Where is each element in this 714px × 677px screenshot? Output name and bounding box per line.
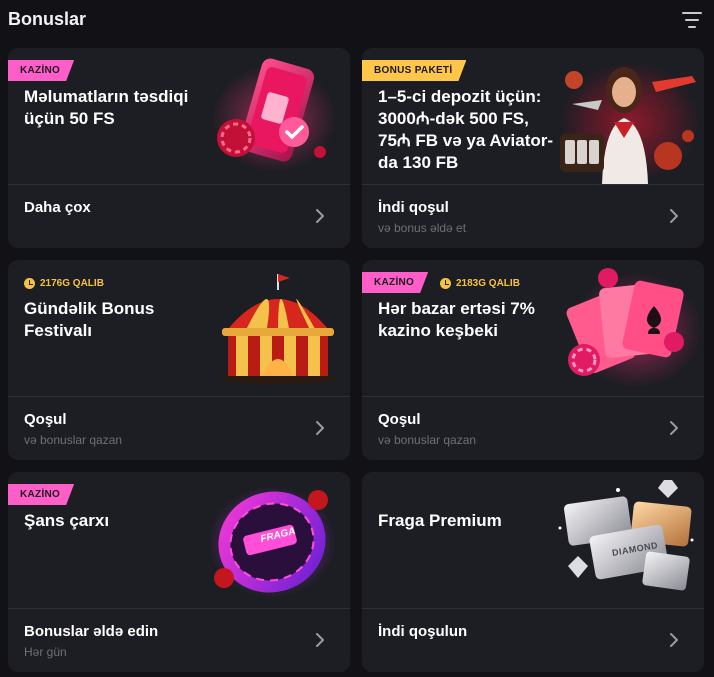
card-action-label[interactable]: Daha çox — [24, 199, 91, 216]
category-badge: KAZİNO — [8, 60, 74, 81]
card-action-row[interactable]: Daha çox — [8, 185, 350, 248]
card-action-row[interactable]: İndi qoşulun — [362, 609, 704, 672]
card-action-sub: Hər gün — [24, 645, 67, 659]
card-action-sub: və bonus əldə et — [378, 221, 467, 235]
bonus-card-fortune-wheel[interactable]: KAZİNO Şans çarxı FRAGA Bonuslar əldə ed… — [8, 472, 350, 672]
page-header: Bonuslar — [0, 0, 714, 40]
card-title: Gündəlik Bonus Festivalı — [24, 299, 155, 340]
chevron-right-icon[interactable] — [666, 632, 682, 648]
winners-count-text: 2183G QALIB — [456, 278, 520, 289]
card-action-row[interactable]: Qoşul və bonuslar qazan — [362, 397, 704, 460]
winners-count-text: 2176G QALIB — [40, 278, 104, 289]
category-badge: BONUS PAKETİ — [362, 60, 466, 81]
winners-count: 2183G QALIB — [440, 277, 520, 290]
clock-icon — [440, 278, 451, 289]
card-action-row[interactable]: Qoşul və bonuslar qazan — [8, 397, 350, 460]
woman-aviator-slots-icon — [560, 62, 700, 184]
page-title: Bonuslar — [8, 9, 87, 29]
card-action-row[interactable]: Bonuslar əldə edin Hər gün — [8, 609, 350, 672]
card-title: Məlumatların təsdiqi üçün 50 FS — [24, 87, 189, 128]
premium-cards-icon — [558, 480, 694, 591]
card-action-row[interactable]: İndi qoşul və bonus əldə et — [362, 185, 704, 248]
card-action-label[interactable]: Bonuslar əldə edin — [24, 623, 158, 640]
bonus-card-verification[interactable]: KAZİNO Məlumatların təsdiqi üçün 50 FS D… — [8, 48, 350, 248]
card-title: Hər bazar ertəsi 7% kazino keşbeki — [378, 299, 535, 340]
card-title: Fraga Premium — [378, 511, 502, 530]
card-title: 1–5-ci depozit üçün: 3000₼-dək 500 FS, 7… — [378, 87, 554, 172]
winners-count: 2176G QALIB — [24, 277, 104, 290]
playing-cards-chips-icon — [566, 268, 702, 388]
clock-icon — [24, 278, 35, 289]
circus-tent-icon — [220, 274, 336, 384]
category-badge: KAZİNO — [362, 272, 428, 293]
chevron-right-icon[interactable] — [312, 632, 328, 648]
chevron-right-icon[interactable] — [312, 420, 328, 436]
card-action-label[interactable]: Qoşul — [378, 411, 421, 428]
bonus-card-monday-cashback[interactable]: KAZİNO 2183G QALIB Hər bazar ertəsi 7% k… — [362, 260, 704, 460]
filter-icon[interactable] — [682, 11, 702, 29]
chevron-right-icon[interactable] — [666, 420, 682, 436]
card-title: Şans çarxı — [24, 511, 110, 530]
bonus-card-daily-festival[interactable]: 2176G QALIB Gündəlik Bonus Festivalı Qoş… — [8, 260, 350, 460]
category-badge: KAZİNO — [8, 484, 74, 505]
chevron-right-icon[interactable] — [666, 208, 682, 224]
phone-sim-card-icon — [212, 58, 336, 172]
chevron-right-icon[interactable] — [312, 208, 328, 224]
card-action-label[interactable]: Qoşul — [24, 411, 67, 428]
card-action-label[interactable]: İndi qoşul — [378, 199, 449, 216]
bonus-card-deposit-package[interactable]: BONUS PAKETİ 1–5-ci depozit üçün: 3000₼-… — [362, 48, 704, 248]
card-action-label[interactable]: İndi qoşulun — [378, 623, 467, 640]
card-action-sub: və bonuslar qazan — [24, 433, 123, 447]
bonus-card-fraga-premium[interactable]: Fraga Premium DIAMOND İndi qoşulun — [362, 472, 704, 672]
card-action-sub: və bonuslar qazan — [378, 433, 477, 447]
